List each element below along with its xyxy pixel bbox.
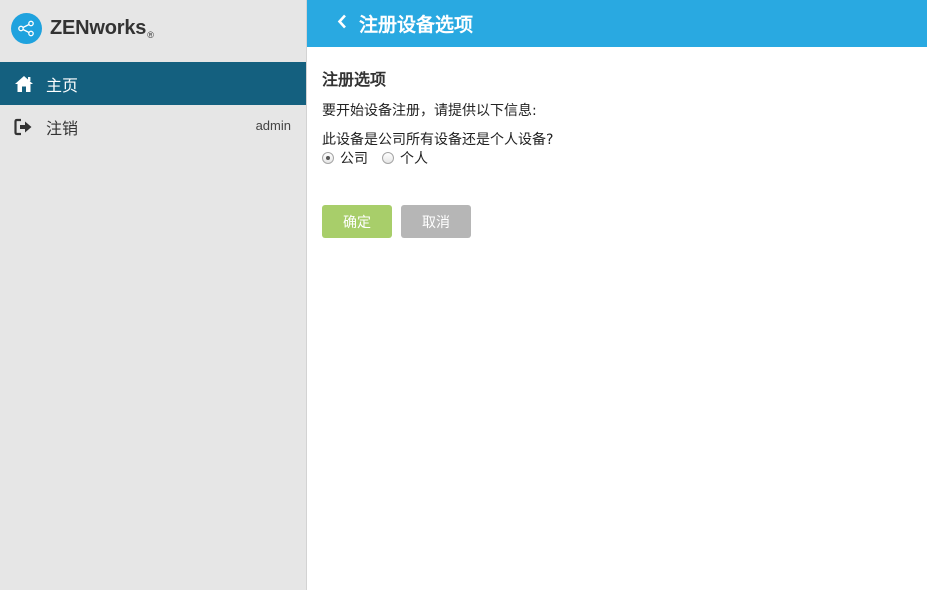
brand-name-text: ZENworks	[50, 17, 147, 39]
section-title: 注册选项	[322, 70, 387, 89]
page-title: 注册设备选项	[359, 14, 474, 36]
chevron-left-icon	[337, 14, 347, 33]
ownership-radio-group: 公司 个人	[322, 148, 442, 168]
sidebar-item-label: 主页	[46, 75, 79, 95]
ok-button[interactable]: 确定	[322, 205, 392, 238]
radio-button-company[interactable]	[322, 152, 334, 164]
radio-option-company[interactable]: 公司	[322, 148, 368, 168]
brand-registered: ®	[147, 30, 154, 40]
sidebar-item-label: 注销	[46, 118, 79, 138]
username-label: admin	[255, 118, 291, 133]
logout-icon	[14, 117, 36, 137]
radio-selected-dot	[326, 156, 330, 160]
radio-option-personal[interactable]: 个人	[382, 148, 428, 168]
zenworks-logo-icon	[11, 13, 42, 44]
home-icon	[14, 74, 36, 94]
radio-label-company[interactable]: 公司	[340, 148, 368, 168]
radio-button-personal[interactable]	[382, 152, 394, 164]
brand-name: ZENworks®	[50, 17, 154, 40]
radio-label-personal[interactable]: 个人	[400, 148, 428, 168]
brand: ZENworks®	[0, 0, 306, 57]
back-button[interactable]	[327, 0, 357, 47]
page-header: 注册设备选项	[307, 0, 927, 47]
ownership-question: 此设备是公司所有设备还是个人设备?	[322, 132, 554, 148]
cancel-button[interactable]: 取消	[401, 205, 471, 238]
intro-text: 要开始设备注册，请提供以下信息:	[322, 103, 537, 119]
sidebar-item-home[interactable]: 主页	[0, 62, 306, 105]
sidebar-item-logout[interactable]: 注销 admin	[0, 105, 306, 148]
sidebar: ZENworks® 主页 注销 admin	[0, 0, 307, 590]
